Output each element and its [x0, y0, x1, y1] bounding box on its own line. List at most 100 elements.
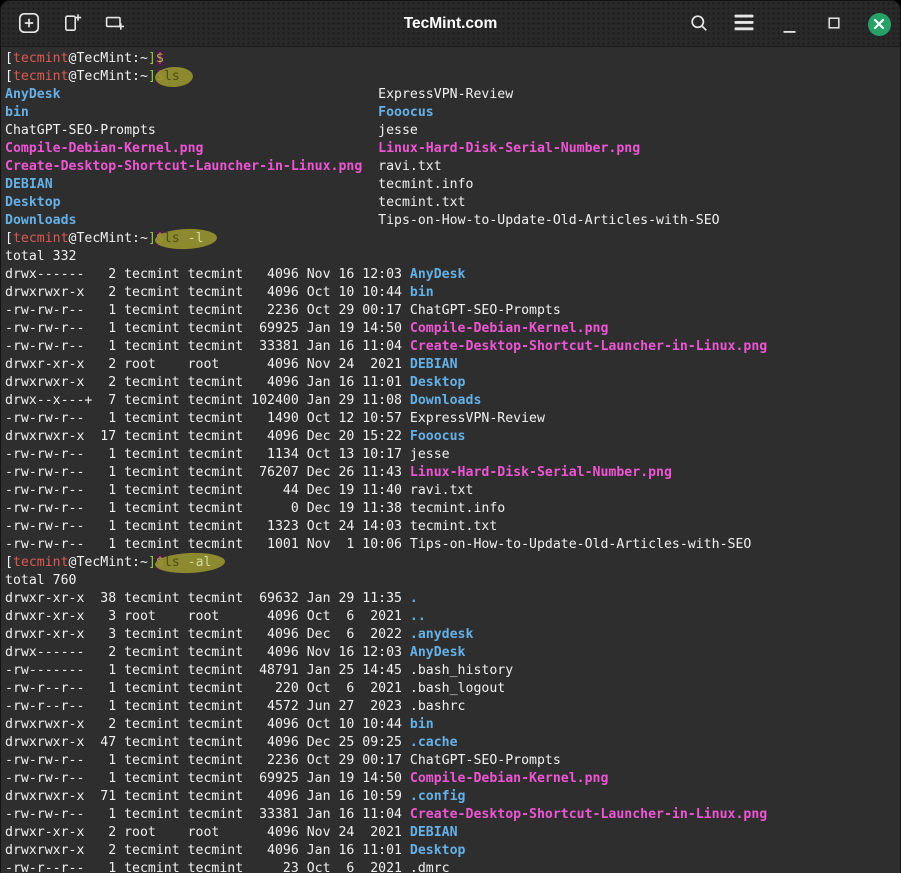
new-tab-button[interactable]: [16, 11, 42, 37]
text-segment: tecmint: [13, 51, 69, 66]
ls-l-row: drwxrwxr-x 17 tecmint tecmint 4096 Dec 2…: [5, 428, 900, 446]
text-segment: ]: [148, 51, 156, 66]
ls-al-row: drwxrwxr-x 2 tecmint tecmint 4096 Jan 16…: [5, 842, 900, 860]
text-segment: ExpressVPN-Review: [410, 411, 545, 426]
text-segment: ChatGPT-SEO-Prompts: [5, 123, 378, 138]
highlight-marker: ls -l: [164, 230, 204, 248]
close-button[interactable]: [866, 11, 892, 37]
ls-al-row: drwxr-xr-x 2 root root 4096 Nov 24 2021 …: [5, 824, 900, 842]
text-segment: AnyDesk: [5, 87, 378, 102]
text-segment: drwx------ 2 tecmint tecmint 4096 Nov 16…: [5, 645, 410, 660]
text-segment: -rw-rw-r-- 1 tecmint tecmint 1134 Oct 13…: [5, 447, 410, 462]
text-segment: tecmint: [13, 555, 69, 570]
text-segment: .config: [410, 789, 466, 804]
new-window-icon: [61, 12, 83, 37]
text-segment: [: [5, 555, 13, 570]
titlebar-right-buttons: [686, 11, 900, 37]
text-segment: total 760: [5, 573, 76, 588]
text-segment: ls: [164, 555, 180, 570]
text-segment: drwxr-xr-x 3 root root 4096 Oct 6 2021: [5, 609, 410, 624]
text-segment: -rw-rw-r-- 1 tecmint tecmint 69925 Jan 1…: [5, 771, 410, 786]
ls-l-row: -rw-rw-r-- 1 tecmint tecmint 2236 Oct 29…: [5, 302, 900, 320]
text-segment: jesse: [410, 447, 450, 462]
text-segment: -rw-rw-r-- 1 tecmint tecmint 2236 Oct 29…: [5, 303, 410, 318]
search-button[interactable]: [686, 11, 712, 37]
text-segment: .anydesk: [410, 627, 474, 642]
text-segment: drwx------ 2 tecmint tecmint 4096 Nov 16…: [5, 267, 410, 282]
text-segment: Desktop: [410, 375, 466, 390]
text-segment: -al: [180, 555, 212, 570]
move-tab-button[interactable]: [102, 11, 128, 37]
text-segment: tecmint.info: [378, 177, 473, 192]
text-segment: jesse: [378, 123, 418, 138]
ls-l-row: drwxrwxr-x 2 tecmint tecmint 4096 Jan 16…: [5, 374, 900, 392]
text-segment: AnyDesk: [410, 645, 466, 660]
ls-row: Create-Desktop-Shortcut-Launcher-in-Linu…: [5, 158, 900, 176]
text-segment: Downloads: [410, 393, 481, 408]
text-segment: [: [5, 51, 13, 66]
ls-l-row: -rw-rw-r-- 1 tecmint tecmint 69925 Jan 1…: [5, 320, 900, 338]
ls-al-row: -rw-r--r-- 1 tecmint tecmint 4572 Jun 27…: [5, 698, 900, 716]
text-segment: -rw-rw-r-- 1 tecmint tecmint 2236 Oct 29…: [5, 753, 410, 768]
text-segment: AnyDesk: [410, 267, 466, 282]
text-segment: .: [410, 591, 418, 606]
text-segment: @TecMint:~: [69, 69, 148, 84]
menu-button[interactable]: [731, 11, 757, 37]
text-segment: drwxr-xr-x 2 root root 4096 Nov 24 2021: [5, 825, 410, 840]
maximize-button[interactable]: [821, 11, 847, 37]
text-segment: tecmint: [13, 231, 69, 246]
terminal-output[interactable]: [tecmint@TecMint:~]$[tecmint@TecMint:~]$…: [1, 47, 900, 873]
text-segment: DEBIAN: [5, 177, 378, 192]
text-segment: -rw-rw-r-- 1 tecmint tecmint 33381 Jan 1…: [5, 807, 410, 822]
ls-l-row: -rw-rw-r-- 1 tecmint tecmint 1323 Oct 24…: [5, 518, 900, 536]
text-segment: Create-Desktop-Shortcut-Launcher-in-Linu…: [410, 807, 767, 822]
ls-row: Compile-Debian-Kernel.png Linux-Hard-Dis…: [5, 140, 900, 158]
ls-l-row: -rw-rw-r-- 1 tecmint tecmint 76207 Dec 2…: [5, 464, 900, 482]
text-segment: Desktop: [410, 843, 466, 858]
text-segment: -rw-rw-r-- 1 tecmint tecmint 1001 Nov 1 …: [5, 537, 410, 552]
close-icon: [868, 13, 891, 36]
text-segment: drwxrwxr-x 2 tecmint tecmint 4096 Jan 16…: [5, 375, 410, 390]
new-window-button[interactable]: [59, 11, 85, 37]
text-segment: DEBIAN: [410, 357, 458, 372]
text-segment: Fooocus: [410, 429, 466, 444]
text-segment: @TecMint:~: [69, 231, 148, 246]
text-segment: tecmint: [13, 69, 69, 84]
text-segment: -rw-rw-r-- 1 tecmint tecmint 1490 Oct 12…: [5, 411, 410, 426]
text-segment: -l: [180, 231, 204, 246]
terminal-window: TecMint.com: [0, 0, 901, 873]
ls-l-row: -rw-rw-r-- 1 tecmint tecmint 44 Dec 19 1…: [5, 482, 900, 500]
text-segment: -rw-rw-r-- 1 tecmint tecmint 1323 Oct 24…: [5, 519, 410, 534]
prompt-line-ls: [tecmint@TecMint:~]$ls: [5, 68, 900, 86]
ls-row: Downloads Tips-on-How-to-Update-Old-Arti…: [5, 212, 900, 230]
ls-al-row: drwxrwxr-x 2 tecmint tecmint 4096 Oct 10…: [5, 716, 900, 734]
text-segment: Create-Desktop-Shortcut-Launcher-in-Linu…: [5, 159, 378, 174]
text-segment: bin: [410, 717, 434, 732]
ls-l-row: drwx------ 2 tecmint tecmint 4096 Nov 16…: [5, 266, 900, 284]
titlebar-left-buttons: [1, 11, 128, 37]
text-segment: total 332: [5, 249, 76, 264]
total-line: total 760: [5, 572, 900, 590]
text-segment: -rw-rw-r-- 1 tecmint tecmint 44 Dec 19 1…: [5, 483, 410, 498]
titlebar: TecMint.com: [1, 1, 900, 47]
ls-l-row: -rw-rw-r-- 1 tecmint tecmint 33381 Jan 1…: [5, 338, 900, 356]
text-segment: bin: [5, 105, 378, 120]
text-segment: Linux-Hard-Disk-Serial-Number.png: [378, 141, 640, 156]
text-segment: drwxrwxr-x 2 tecmint tecmint 4096 Jan 16…: [5, 843, 410, 858]
total-line: total 332: [5, 248, 900, 266]
text-segment: -rw-rw-r-- 1 tecmint tecmint 69925 Jan 1…: [5, 321, 410, 336]
minimize-button[interactable]: [776, 16, 802, 42]
ls-al-row: -rw-rw-r-- 1 tecmint tecmint 2236 Oct 29…: [5, 752, 900, 770]
move-tab-icon: [104, 12, 126, 37]
text-segment: @TecMint:~: [69, 555, 148, 570]
text-segment: .dmrc: [410, 861, 450, 873]
text-segment: -rw-rw-r-- 1 tecmint tecmint 76207 Dec 2…: [5, 465, 410, 480]
text-segment: Linux-Hard-Disk-Serial-Number.png: [410, 465, 672, 480]
ls-al-row: drwxr-xr-x 3 root root 4096 Oct 6 2021 .…: [5, 608, 900, 626]
text-segment: drwxr-xr-x 3 tecmint tecmint 4096 Dec 6 …: [5, 627, 410, 642]
text-segment: tecmint.info: [410, 501, 505, 516]
text-segment: ChatGPT-SEO-Prompts: [410, 303, 561, 318]
text-segment: drwx--x---+ 7 tecmint tecmint 102400 Jan…: [5, 393, 410, 408]
text-segment: [: [5, 231, 13, 246]
text-segment: Compile-Debian-Kernel.png: [410, 321, 609, 336]
